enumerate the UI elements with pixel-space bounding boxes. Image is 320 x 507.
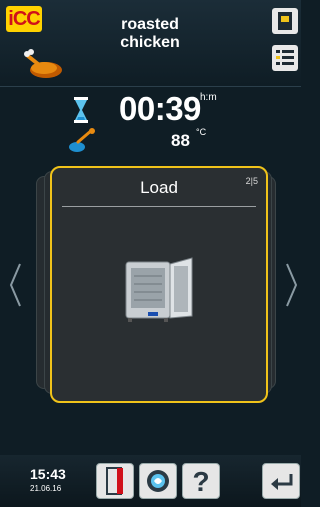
back-icon [271, 474, 293, 490]
recipe-title-line1: roasted [121, 16, 179, 33]
step-title: Load [140, 178, 178, 197]
clock: 15:43 [30, 466, 66, 482]
cookbook-icon [278, 12, 292, 30]
checklist-icon [276, 50, 294, 65]
door-button[interactable] [96, 463, 134, 499]
checklist-button[interactable] [272, 45, 298, 71]
care-cycle-button[interactable] [139, 463, 177, 499]
step-counter: 2|5 [245, 176, 258, 186]
header-divider [0, 86, 301, 87]
help-button[interactable]: ? [182, 463, 220, 499]
care-cycle-icon [147, 470, 169, 492]
date: 21.06.16 [30, 484, 62, 493]
core-probe-icon [69, 128, 95, 152]
step-card[interactable]: Load 2|5 [50, 166, 268, 403]
oven-icon [125, 257, 193, 322]
time-unit: h:m [200, 92, 217, 103]
step-title-divider [62, 206, 256, 207]
chevron-left-icon[interactable] [8, 262, 22, 308]
recipe-title: roasted chicken [90, 16, 210, 52]
hourglass-icon [74, 97, 88, 123]
door-icon [106, 467, 123, 495]
core-temperature: 88 [171, 131, 190, 150]
time-remaining: 00:39 [119, 90, 201, 127]
icc-logo: iCC [6, 6, 42, 32]
chevron-right-icon[interactable] [285, 262, 299, 308]
temperature-unit: °C [196, 127, 207, 137]
help-icon: ? [192, 466, 210, 497]
cookbook-button[interactable] [272, 8, 298, 34]
recipe-title-line2: chicken [120, 34, 180, 51]
chicken-icon [24, 49, 62, 78]
back-button[interactable] [262, 463, 300, 499]
